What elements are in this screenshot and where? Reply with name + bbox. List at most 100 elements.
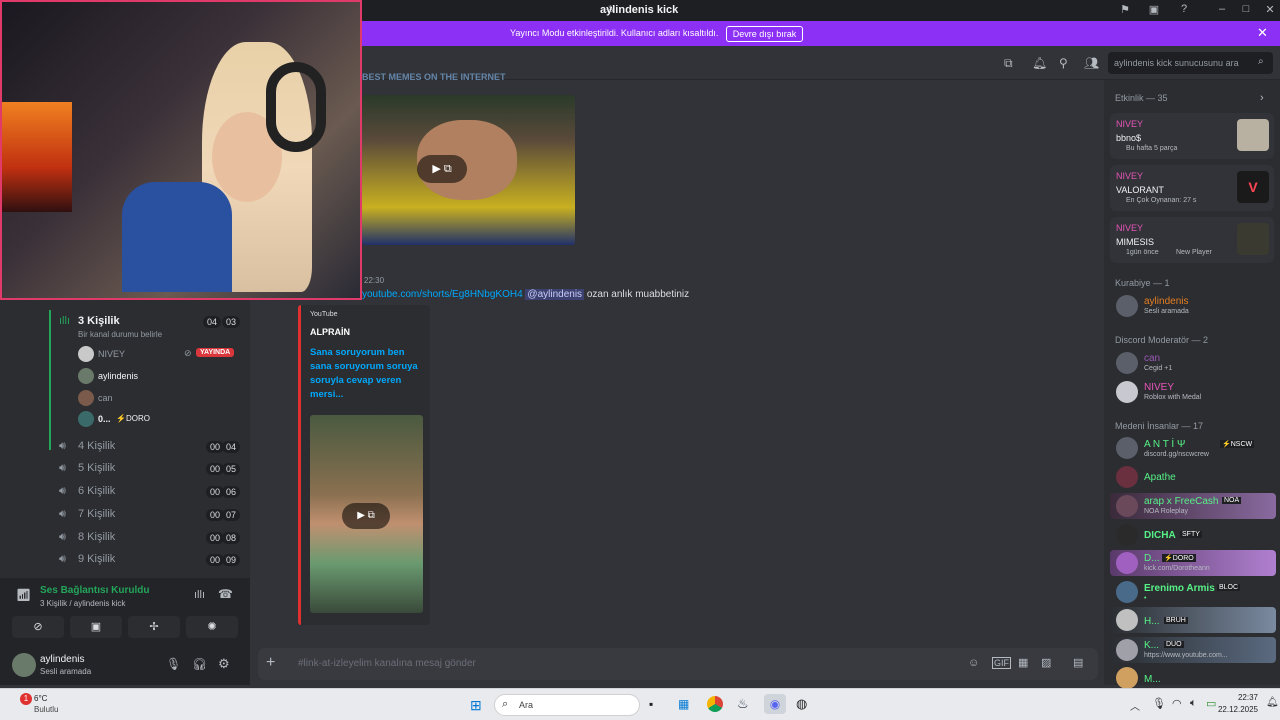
connection-status[interactable]: Ses Bağlantısı Kuruldu (40, 585, 149, 596)
soundboard-button[interactable]: ✺ (186, 616, 238, 638)
avatar[interactable] (1116, 495, 1138, 517)
avatar[interactable] (1116, 466, 1138, 488)
avatar[interactable] (1116, 581, 1138, 603)
member-name[interactable]: M... (1144, 674, 1161, 685)
notifications-icon[interactable]: 🔔︎ (1266, 697, 1279, 708)
camera-off-button[interactable]: ⊘ (12, 616, 64, 638)
member-name[interactable]: D... (1144, 553, 1160, 564)
apps-icon[interactable]: ▤ (1073, 656, 1083, 669)
channel-status-hint[interactable]: Bir kanal durumu belirle (78, 330, 162, 339)
voice-channel[interactable]: 5 Kişilik (58, 462, 115, 474)
microphone-icon[interactable]: 🎙︎ (166, 657, 181, 671)
play-icon[interactable]: ▶ ⧉ (342, 503, 390, 529)
taskbar-search-input[interactable]: ⌕ Ara (494, 694, 640, 716)
member-name[interactable]: Erenimo Armis (1144, 583, 1215, 594)
current-user-name[interactable]: aylindenis (40, 654, 84, 665)
meme-video-thumbnail[interactable]: ▶ ⧉ (362, 95, 575, 245)
bell-icon[interactable]: 🔔︎ (1032, 56, 1047, 70)
close-window-button[interactable]: ✕ (1262, 3, 1278, 18)
member-name[interactable]: A N T İ Ψ (1144, 439, 1185, 450)
avatar[interactable] (1116, 552, 1138, 574)
activities-button[interactable]: ✢ (128, 616, 180, 638)
nitro-icon[interactable]: ☺ (968, 657, 979, 669)
weather-desc[interactable]: Bulutlu (34, 705, 58, 714)
member-name[interactable]: H... (1144, 616, 1160, 627)
discord-icon[interactable]: ◉ (764, 694, 786, 714)
voice-channel[interactable]: 6 Kişilik (58, 485, 115, 497)
active-voice-channel[interactable]: 3 Kişilik (78, 315, 120, 327)
voice-channel[interactable]: 8 Kişilik (58, 531, 115, 543)
member-name[interactable]: NIVEY (1144, 382, 1174, 393)
weather-temp[interactable]: 6°C (34, 694, 47, 703)
store-icon[interactable]: ▦ (678, 697, 689, 711)
voice-channel-name[interactable]: 9 Kişilik (78, 553, 115, 565)
connection-detail[interactable]: 3 Kişilik / aylindenis kick (40, 599, 125, 608)
noise-suppression-icon[interactable]: ıllı (194, 589, 205, 601)
settings-gear-icon[interactable]: ⚙ (218, 656, 230, 672)
minimize-button[interactable]: – (1214, 3, 1230, 18)
member-name[interactable]: DICHA (1144, 530, 1176, 541)
disable-streamer-mode-button[interactable]: Devre dışı bırak (726, 26, 803, 42)
member-name[interactable]: Apathe (1144, 472, 1176, 483)
embed-description[interactable]: Sana soruyorum ben sana soruyorum soruya… (310, 346, 425, 402)
sticker-icon[interactable]: ▦ (1018, 656, 1028, 669)
windows-start-icon[interactable]: ⊞ (470, 697, 482, 714)
avatar[interactable] (1116, 609, 1138, 631)
member-name[interactable]: can (1144, 353, 1160, 364)
avatar[interactable] (12, 653, 36, 677)
voice-channel[interactable]: 7 Kişilik (58, 508, 115, 520)
threads-icon[interactable]: ⧉ (1004, 56, 1013, 71)
message-input[interactable]: #link-at-izleyelim kanalına mesaj gönder (298, 658, 476, 669)
message-input-box[interactable]: + #link-at-izleyelim kanalına mesaj gönd… (258, 648, 1098, 680)
member-name[interactable]: arap x FreeCash (1144, 496, 1218, 507)
voice-channel-name[interactable]: 5 Kişilik (78, 462, 115, 474)
voice-channel[interactable]: 9 Kişilik (58, 553, 115, 565)
microphone-icon[interactable]: 🎙︎ (1152, 697, 1166, 710)
youtube-video-thumbnail[interactable]: ▶ ⧉ (310, 415, 423, 613)
voice-user-name[interactable]: NIVEY (98, 349, 125, 359)
avatar[interactable] (1116, 352, 1138, 374)
steam-icon[interactable]: ♨ (737, 696, 749, 712)
chevron-up-icon[interactable]: ︿ (1130, 698, 1140, 713)
help-icon[interactable]: ? (1176, 3, 1192, 18)
headphones-icon[interactable]: 🎧︎ (192, 657, 207, 671)
banner-close-icon[interactable]: ✕ (1257, 25, 1268, 41)
search-input[interactable]: aylindenis kick sunucusunu ara (1108, 52, 1273, 74)
image-icon[interactable]: ▨ (1041, 656, 1051, 669)
voice-channel-name[interactable]: 6 Kişilik (78, 485, 115, 497)
user-mention[interactable]: @aylindenis (525, 289, 585, 300)
chrome-icon[interactable] (707, 696, 723, 712)
voice-user-name[interactable]: aylindenis (98, 371, 138, 381)
message-link[interactable]: youtube.com/shorts/Eg8HNbgKOH4 (362, 289, 523, 300)
avatar[interactable] (1116, 381, 1138, 403)
screen-share-button[interactable]: ▣ (70, 616, 122, 638)
gif-icon[interactable]: GIF (992, 657, 1011, 669)
volume-icon[interactable]: 🔈︎ (1190, 697, 1197, 710)
voice-channel[interactable]: 4 Kişilik (58, 440, 115, 452)
voice-user-name[interactable]: can (98, 393, 113, 403)
avatar[interactable] (1116, 639, 1138, 661)
voice-channel-name[interactable]: 4 Kişilik (78, 440, 115, 452)
pin-icon[interactable]: ⚲ (1059, 56, 1068, 70)
members-icon[interactable]: 👥︎ (1084, 56, 1099, 70)
task-view-icon[interactable]: ▪ (649, 697, 653, 711)
voice-user-name[interactable]: 0... (98, 414, 111, 424)
chevron-right-icon[interactable]: › (1260, 92, 1264, 104)
voice-channel-name[interactable]: 8 Kişilik (78, 531, 115, 543)
screen-share-icon[interactable]: ▣ (1146, 3, 1162, 18)
member-name[interactable]: aylindenis (1144, 296, 1188, 307)
wifi-icon[interactable]: ◠ (1172, 697, 1182, 710)
clock-date[interactable]: 22.12.2025 (1212, 705, 1258, 714)
add-attachment-icon[interactable]: + (266, 654, 275, 672)
avatar[interactable] (1116, 295, 1138, 317)
obs-icon[interactable]: ◍ (796, 696, 807, 712)
member-name[interactable]: K... (1144, 640, 1159, 651)
disconnect-icon[interactable]: ☎ (218, 587, 233, 601)
clock-time[interactable]: 22:37 (1228, 693, 1258, 702)
play-icon[interactable]: ▶ ⧉ (417, 155, 467, 183)
voice-channel-name[interactable]: 7 Kişilik (78, 508, 115, 520)
avatar[interactable] (1116, 667, 1138, 689)
avatar[interactable] (1116, 437, 1138, 459)
maximize-button[interactable]: □ (1238, 3, 1254, 18)
inbox-icon[interactable]: ⚑ (1117, 3, 1133, 18)
